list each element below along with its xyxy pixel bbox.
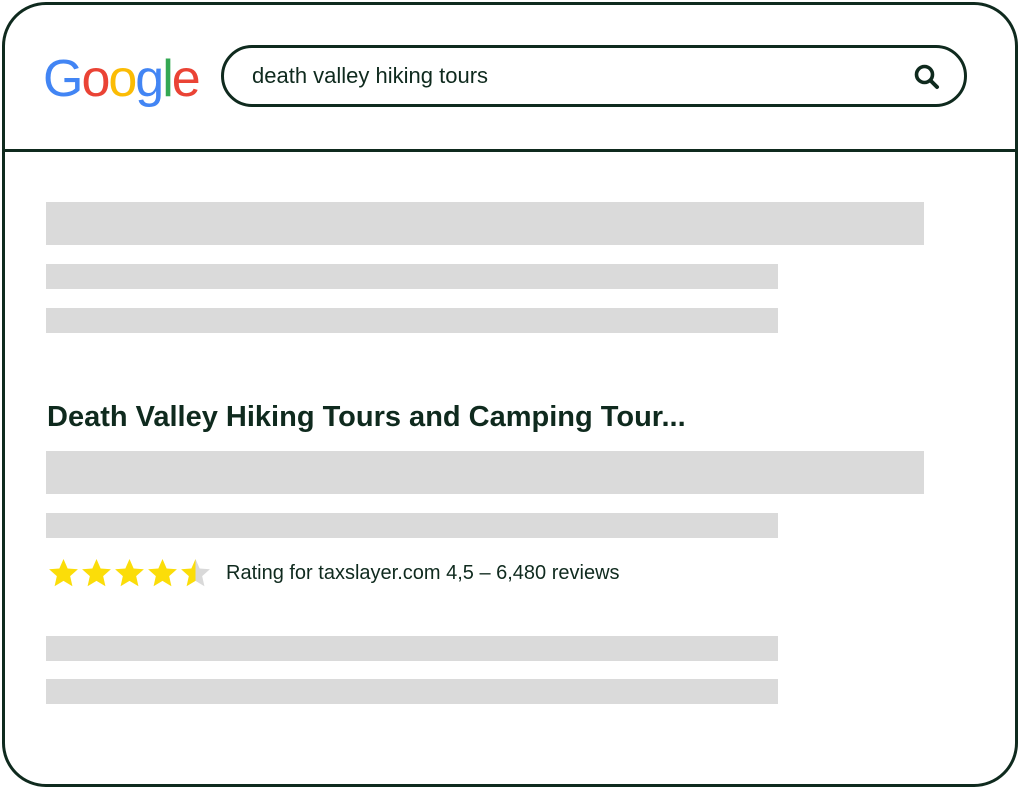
placeholder-text-bar (46, 636, 778, 661)
placeholder-text-bar (46, 308, 778, 333)
rating-row: Rating for taxslayer.com 4,5 – 6,480 rev… (47, 556, 620, 590)
search-button[interactable] (912, 62, 942, 92)
placeholder-url-bar (46, 451, 924, 494)
placeholder-title-bar (46, 202, 924, 245)
search-bar[interactable] (221, 45, 967, 107)
logo-letter: e (171, 50, 201, 108)
placeholder-text-bar (46, 513, 778, 538)
star-full-icon (115, 559, 144, 587)
star-full-icon (82, 559, 111, 587)
logo-letter: o (108, 50, 137, 108)
search-input[interactable] (252, 61, 872, 91)
placeholder-text-bar (46, 679, 778, 704)
logo-letter: g (135, 50, 164, 108)
search-header: Google (5, 5, 1015, 152)
logo-letter: l (162, 50, 173, 108)
star-half-icon (181, 559, 210, 587)
rating-text: Rating for taxslayer.com 4,5 – 6,480 rev… (226, 561, 620, 584)
result-title-link[interactable]: Death Valley Hiking Tours and Camping To… (47, 399, 686, 435)
star-full-icon (49, 559, 78, 587)
star-rating (47, 556, 212, 590)
placeholder-text-bar (46, 264, 778, 289)
star-full-icon (148, 559, 177, 587)
google-logo[interactable]: Google (43, 49, 201, 109)
logo-letter: G (43, 50, 83, 108)
logo-letter: o (81, 50, 110, 108)
browser-window: Google Death Valley Hiking Tours and Cam… (2, 2, 1018, 787)
search-icon (914, 64, 939, 89)
